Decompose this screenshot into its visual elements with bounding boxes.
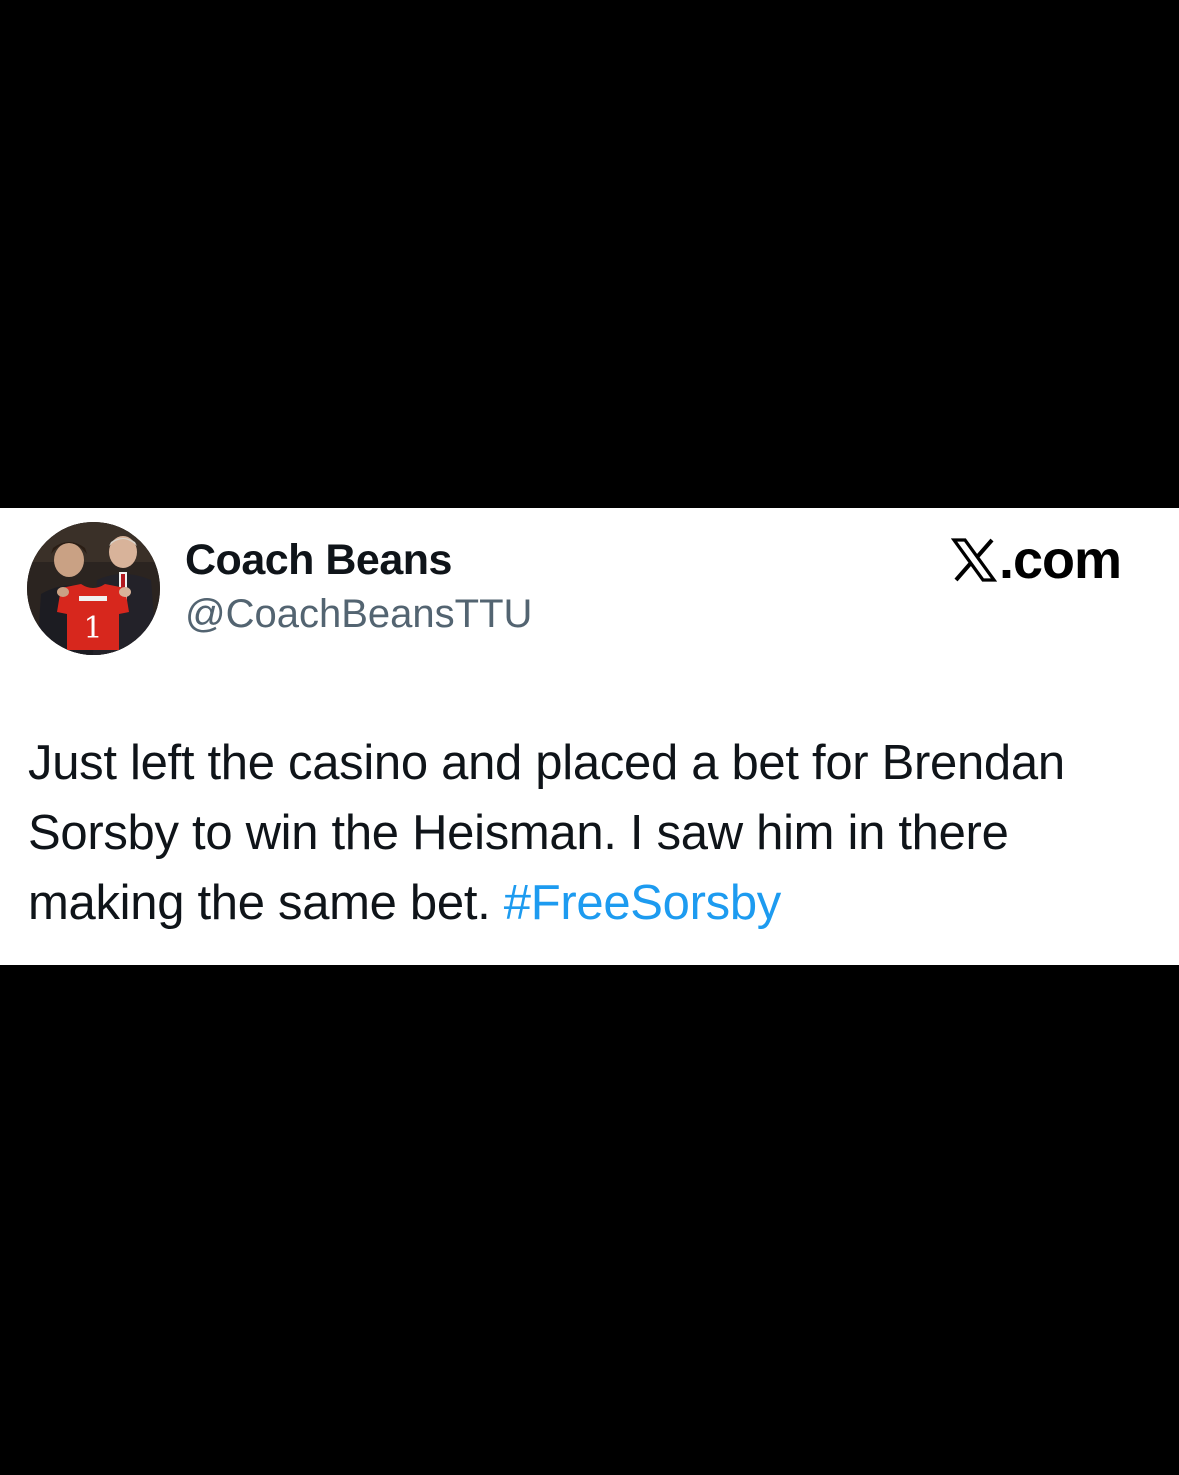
site-label: .com: [950, 530, 1122, 590]
user-handle[interactable]: @CoachBeansTTU: [185, 592, 532, 637]
tweet-card: 1 Coach Beans @CoachBeansTTU .com Just l…: [0, 508, 1179, 965]
bottom-black-band: [0, 965, 1179, 1475]
profile-photo-icon: 1: [27, 522, 160, 655]
x-logo-icon: [950, 538, 997, 582]
svg-text:1: 1: [83, 611, 102, 646]
tweet-body: Just left the casino and placed a bet fo…: [28, 728, 1153, 938]
avatar[interactable]: 1: [27, 522, 160, 655]
site-domain-text: .com: [998, 530, 1122, 590]
hashtag-link[interactable]: #FreeSorsby: [504, 876, 782, 930]
display-name[interactable]: Coach Beans: [185, 536, 452, 585]
top-black-band: [0, 0, 1179, 508]
